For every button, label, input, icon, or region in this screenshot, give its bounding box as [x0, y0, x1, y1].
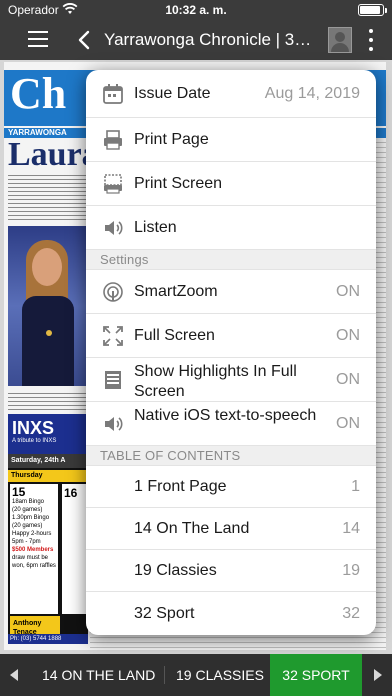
print-page-row[interactable]: Print Page	[86, 118, 376, 162]
photo-caption	[8, 390, 88, 410]
smartzoom-row[interactable]: SmartZoom ON	[86, 270, 376, 314]
print-page-label: Print Page	[134, 130, 209, 148]
page-tab-on-the-land[interactable]: 14 ON THE LAND	[42, 654, 155, 696]
toc-item-classies[interactable]: 19 Classies 19	[86, 550, 376, 592]
smartzoom-label: SmartZoom	[134, 282, 218, 300]
page-tab-classies[interactable]: 19 CLASSIES	[176, 654, 264, 696]
toc-item-on-the-land[interactable]: 14 On The Land 14	[86, 508, 376, 550]
ad-subtitle: A tribute to INXS	[12, 438, 57, 444]
smartzoom-icon	[103, 281, 123, 302]
highlights-icon	[105, 370, 121, 389]
toc-item-label: 14 On The Land	[134, 519, 250, 537]
page-navigator: 14 ON THE LAND 19 CLASSIES 32 SPORT	[0, 654, 392, 696]
native-tts-value[interactable]: ON	[336, 414, 360, 434]
publication-title: Yarrawonga Chronicle | 32 ...	[104, 30, 318, 49]
advertisement: INXS A tribute to INXS Saturday, 24th A …	[8, 414, 88, 644]
ad-date: Saturday, 24th A	[8, 454, 88, 468]
ad-schedule-day-2: 16	[62, 484, 86, 614]
hamburger-menu-icon[interactable]	[28, 31, 48, 47]
toc-item-page: 14	[342, 519, 360, 537]
next-page-arrow-icon[interactable]	[374, 669, 382, 681]
status-bar: Operador 10:32 a. m.	[0, 0, 392, 20]
toc-item-page: 19	[342, 561, 360, 579]
print-icon	[104, 129, 122, 150]
more-options-icon[interactable]	[368, 29, 374, 51]
show-highlights-label: Show Highlights In Full Screen	[134, 363, 297, 400]
print-screen-label: Print Screen	[134, 174, 223, 192]
toc-item-page: 1	[351, 477, 360, 495]
toc-item-sport[interactable]: 32 Sport 32	[86, 592, 376, 635]
issue-date-value: Aug 14, 2019	[264, 84, 360, 102]
issue-date-row[interactable]: Issue Date Aug 14, 2019	[86, 70, 376, 118]
ad-schedule: 15 18am Bingo (20 games) 1.30pm Bingo (2…	[10, 484, 58, 614]
show-highlights-value[interactable]: ON	[336, 370, 360, 390]
user-avatar-icon[interactable]	[328, 27, 352, 53]
article-text	[8, 172, 88, 220]
settings-header: Settings	[86, 250, 376, 270]
native-tts-label: Native iOS text-to-speech	[134, 407, 317, 424]
speaker-icon	[105, 220, 123, 235]
toc-item-front-page[interactable]: 1 Front Page 1	[86, 466, 376, 508]
smartzoom-value[interactable]: ON	[336, 282, 360, 302]
divider	[164, 666, 165, 684]
fullscreen-icon	[103, 325, 123, 346]
full-screen-label: Full Screen	[134, 326, 215, 344]
page-tab-sport[interactable]: 32 SPORT	[270, 654, 362, 696]
ad-brand: INXS	[12, 418, 55, 438]
previous-page-arrow-icon[interactable]	[10, 669, 18, 681]
app-header: Yarrawonga Chronicle | 32 ...	[0, 20, 392, 60]
options-popover: Issue Date Aug 14, 2019 Print Page Print…	[86, 70, 376, 635]
full-screen-value[interactable]: ON	[336, 326, 360, 346]
masthead-title: Ch	[10, 69, 67, 118]
speaker-icon	[105, 416, 123, 431]
battery-icon	[358, 4, 387, 16]
clock: 10:32 a. m.	[165, 3, 227, 17]
print-screen-icon	[104, 173, 122, 194]
toc-header: TABLE OF CONTENTS	[86, 446, 376, 466]
back-chevron-icon[interactable]	[76, 30, 92, 50]
ad-day-label: Thursday	[8, 470, 88, 482]
listen-label: Listen	[134, 218, 177, 236]
issue-date-label: Issue Date	[134, 84, 211, 102]
full-screen-row[interactable]: Full Screen ON	[86, 314, 376, 358]
listen-row[interactable]: Listen	[86, 206, 376, 250]
article-photo	[8, 226, 88, 386]
calendar-icon	[103, 83, 123, 104]
toc-item-label: 1 Front Page	[134, 477, 227, 495]
toc-item-label: 19 Classies	[134, 561, 217, 579]
show-highlights-row[interactable]: Show Highlights In Full Screen ON	[86, 358, 376, 402]
ad-phone: Ph: (03) 5744 1888	[8, 634, 88, 644]
native-tts-row[interactable]: Native iOS text-to-speech ON	[86, 402, 376, 446]
toc-item-label: 32 Sport	[134, 604, 195, 622]
print-screen-row[interactable]: Print Screen	[86, 162, 376, 206]
toc-item-page: 32	[342, 604, 360, 622]
